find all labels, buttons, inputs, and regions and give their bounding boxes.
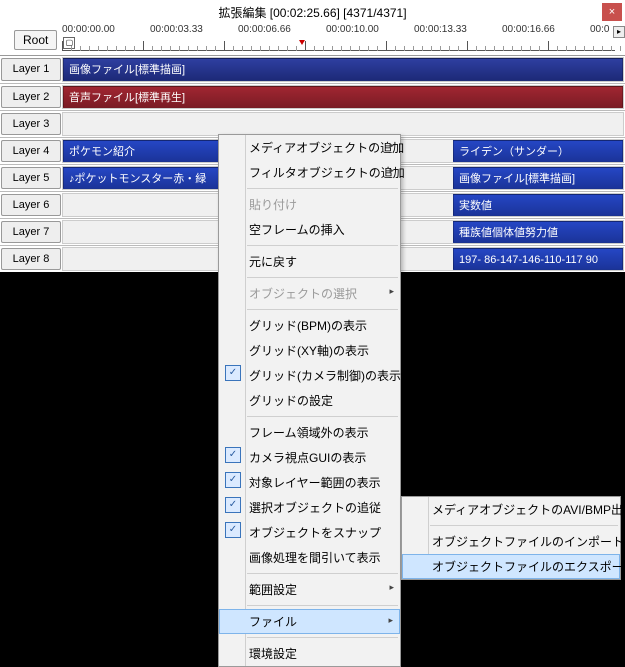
ruler-time-label: 00:00:16.66 [502, 24, 590, 35]
layer-label[interactable]: Layer 4 [1, 140, 61, 162]
menu-item[interactable]: 範囲設定 [219, 577, 400, 602]
timeline-clip[interactable]: 197- 86-147-146-110-117 90 [453, 248, 623, 270]
layer-label[interactable]: Layer 7 [1, 221, 61, 243]
timeline-clip[interactable]: 実数値 [453, 194, 623, 216]
check-icon: ✓ [225, 497, 241, 513]
layer-lane[interactable]: 画像ファイル[標準描画] [62, 57, 624, 82]
menu-item[interactable]: 空フレームの挿入 [219, 217, 400, 242]
menu-item[interactable]: 選択オブジェクトの追従✓ [219, 495, 400, 520]
timeline-clip[interactable]: ポケモン紹介 [63, 140, 224, 162]
menu-item[interactable]: オブジェクトをスナップ✓ [219, 520, 400, 545]
layer-lane[interactable] [62, 112, 624, 136]
menu-item[interactable]: グリッド(BPM)の表示 [219, 313, 400, 338]
timeline-clip[interactable]: 画像ファイル[標準描画] [453, 167, 623, 189]
menu-item: 貼り付け [219, 192, 400, 217]
layer-label[interactable]: Layer 6 [1, 194, 61, 216]
check-icon: ✓ [225, 522, 241, 538]
close-button[interactable]: × [602, 3, 622, 21]
ruler-time-label: 00:00:10.00 [326, 24, 414, 35]
menu-item[interactable]: グリッド(カメラ制御)の表示✓ [219, 363, 400, 388]
menu-item[interactable]: フィルタオブジェクトの追加 [219, 160, 400, 185]
timeline-clip[interactable]: 音声ファイル[標準再生] [63, 86, 623, 108]
menu-item[interactable]: オブジェクトファイルのインポート [402, 529, 620, 554]
menu-item[interactable]: フレーム領域外の表示 [219, 420, 400, 445]
menu-item[interactable]: メディアオブジェクトのAVI/BMP出力(RGBA) [402, 497, 620, 522]
layer-label[interactable]: Layer 5 [1, 167, 61, 189]
menu-item[interactable]: 元に戻す [219, 249, 400, 274]
ruler-time-label: 00:00:03.33 [150, 24, 238, 35]
layer-label[interactable]: Layer 3 [1, 113, 61, 135]
context-menu[interactable]: メディアオブジェクトの追加フィルタオブジェクトの追加貼り付け空フレームの挿入元に… [218, 134, 401, 667]
menu-item[interactable]: 画像処理を間引いて表示 [219, 545, 400, 570]
check-icon: ✓ [225, 365, 241, 381]
timeline-clip[interactable]: 画像ファイル[標準描画] [63, 58, 623, 81]
menu-item[interactable]: 対象レイヤー範囲の表示✓ [219, 470, 400, 495]
menu-item[interactable]: グリッドの設定 [219, 388, 400, 413]
timeline-clip[interactable]: ライデン（サンダー） [453, 140, 623, 162]
ruler-time-label: 00:00:13.33 [414, 24, 502, 35]
layer-label[interactable]: Layer 1 [1, 58, 61, 81]
titlebar: 拡張編集 [00:02:25.66] [4371/4371] × [0, 0, 625, 24]
header: 拡張編集 [00:02:25.66] [4371/4371] × Root ▢ … [0, 0, 625, 56]
menu-item[interactable]: カメラ視点GUIの表示✓ [219, 445, 400, 470]
root-button[interactable]: Root [14, 30, 57, 50]
window-title: 拡張編集 [00:02:25.66] [4371/4371] [218, 4, 406, 21]
ruler-time-label: 00:00:06.66 [238, 24, 326, 35]
menu-item: オブジェクトの選択 [219, 281, 400, 306]
menu-item[interactable]: ファイル [219, 609, 400, 634]
check-icon: ✓ [225, 447, 241, 463]
menu-item[interactable]: グリッド(XY軸)の表示 [219, 338, 400, 363]
layer-label[interactable]: Layer 2 [1, 86, 61, 108]
check-icon: ✓ [225, 472, 241, 488]
file-submenu[interactable]: メディアオブジェクトのAVI/BMP出力(RGBA) オブジェクトファイルのインポ… [401, 496, 621, 580]
layer-lane[interactable]: 音声ファイル[標準再生] [62, 85, 624, 109]
menu-item[interactable]: 環境設定 [219, 641, 400, 666]
menu-item[interactable]: メディアオブジェクトの追加 [219, 135, 400, 160]
scroll-right-button[interactable]: ▸ [613, 26, 625, 38]
timeline-clip[interactable]: ♪ポケットモンスター赤・緑 [63, 167, 224, 189]
menu-item[interactable]: オブジェクトファイルのエクスポート [402, 554, 620, 579]
playhead-icon[interactable] [299, 40, 305, 45]
timeline-ruler[interactable]: 00:00:00.0000:00:03.3300:00:06.6600:00:1… [62, 24, 615, 54]
timeline-clip[interactable]: 種族値個体値努力値 [453, 221, 623, 243]
ruler-time-label: 00:00:00.00 [62, 24, 150, 35]
layer-label[interactable]: Layer 8 [1, 248, 61, 270]
